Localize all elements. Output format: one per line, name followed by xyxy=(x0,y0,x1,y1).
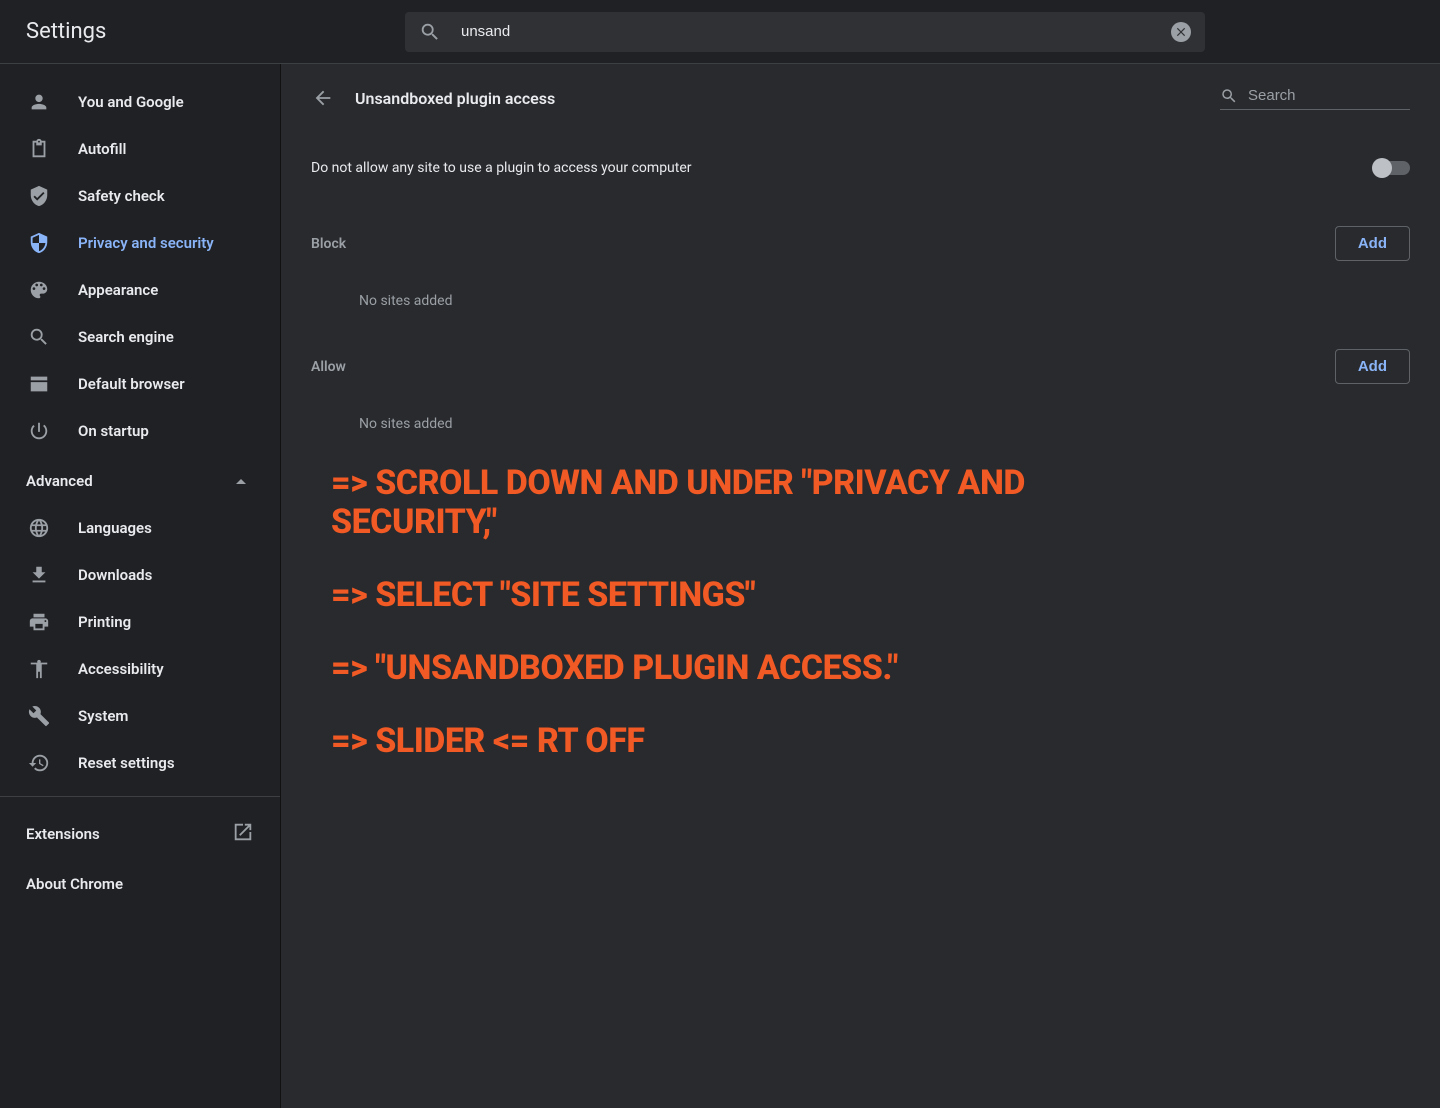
page-search[interactable] xyxy=(1220,87,1410,110)
sidebar-item-default-browser[interactable]: Default browser xyxy=(0,360,272,407)
overlay-line-2: => SELECT "SITE SETTINGS" xyxy=(331,576,1111,615)
power-icon xyxy=(26,418,52,444)
page-header: Unsandboxed plugin access xyxy=(311,86,1410,110)
palette-icon xyxy=(26,277,52,303)
sidebar-item-accessibility[interactable]: Accessibility xyxy=(0,645,272,692)
toggle-knob xyxy=(1372,158,1392,178)
wrench-icon xyxy=(26,703,52,729)
sidebar-item-privacy-security[interactable]: Privacy and security xyxy=(0,219,272,266)
back-arrow-icon[interactable] xyxy=(311,86,335,110)
sidebar-item-label: Safety check xyxy=(78,187,165,205)
advanced-toggle[interactable]: Advanced xyxy=(0,454,280,504)
shield-icon xyxy=(26,230,52,256)
overlay-line-3: => "UNSANDBOXED PLUGIN ACCESS." xyxy=(331,649,1111,688)
page-search-input[interactable] xyxy=(1248,87,1410,104)
overlay-line-1: => SCROLL DOWN AND UNDER "PRIVACY AND SE… xyxy=(331,464,1111,542)
topbar: Settings xyxy=(0,0,1440,64)
sidebar-item-downloads[interactable]: Downloads xyxy=(0,551,272,598)
sidebar-item-label: Autofill xyxy=(78,140,126,158)
sidebar-extensions[interactable]: Extensions xyxy=(0,807,280,861)
sidebar-item-reset-settings[interactable]: Reset settings xyxy=(0,739,272,786)
search-icon xyxy=(1220,87,1238,105)
chevron-up-icon xyxy=(236,479,246,484)
plugin-toggle-row: Do not allow any site to use a plugin to… xyxy=(311,160,1410,176)
sidebar-item-label: Languages xyxy=(78,519,152,537)
sidebar-item-label: Reset settings xyxy=(78,754,175,772)
person-icon xyxy=(26,89,52,115)
browser-icon xyxy=(26,371,52,397)
accessibility-icon xyxy=(26,656,52,682)
sidebar-about[interactable]: About Chrome xyxy=(0,861,280,907)
plugin-toggle[interactable] xyxy=(1374,161,1410,175)
topbar-left: Settings xyxy=(0,19,405,44)
search-icon xyxy=(26,324,52,350)
overlay-line-4: => SLIDER <= RT OFF xyxy=(331,722,1111,761)
main-content: Unsandboxed plugin access Do not allow a… xyxy=(280,64,1440,1108)
block-empty-text: No sites added xyxy=(311,293,1410,309)
sidebar-divider xyxy=(0,796,280,797)
sidebar-item-search-engine[interactable]: Search engine xyxy=(0,313,272,360)
sidebar-item-label: Default browser xyxy=(78,375,185,393)
allow-empty-text: No sites added xyxy=(311,416,1410,432)
page-title: Unsandboxed plugin access xyxy=(355,89,1220,108)
sidebar-item-you-and-google[interactable]: You and Google xyxy=(0,78,272,125)
shield-check-icon xyxy=(26,183,52,209)
sidebar-item-on-startup[interactable]: On startup xyxy=(0,407,272,454)
app-title: Settings xyxy=(26,19,106,44)
block-section: Block Add No sites added xyxy=(311,226,1410,309)
block-title: Block xyxy=(311,236,346,252)
clipboard-icon xyxy=(26,136,52,162)
printer-icon xyxy=(26,609,52,635)
allow-title: Allow xyxy=(311,359,346,375)
advanced-label: Advanced xyxy=(26,472,93,490)
sidebar: You and Google Autofill Safety check Pri… xyxy=(0,64,280,1108)
annotation-overlay: => SCROLL DOWN AND UNDER "PRIVACY AND SE… xyxy=(331,464,1111,795)
sidebar-item-label: Printing xyxy=(78,613,131,631)
sidebar-item-label: Privacy and security xyxy=(78,234,214,252)
sidebar-item-appearance[interactable]: Appearance xyxy=(0,266,272,313)
sidebar-item-system[interactable]: System xyxy=(0,692,272,739)
search-bar[interactable] xyxy=(405,12,1205,52)
clear-search-icon[interactable] xyxy=(1171,22,1191,42)
globe-icon xyxy=(26,515,52,541)
search-icon xyxy=(419,21,441,43)
block-add-button[interactable]: Add xyxy=(1335,226,1410,261)
sidebar-item-label: Appearance xyxy=(78,281,158,299)
sidebar-item-printing[interactable]: Printing xyxy=(0,598,272,645)
sidebar-item-label: Downloads xyxy=(78,566,152,584)
toggle-label: Do not allow any site to use a plugin to… xyxy=(311,160,692,176)
sidebar-item-label: Search engine xyxy=(78,328,174,346)
sidebar-item-label: On startup xyxy=(78,422,149,440)
allow-section: Allow Add No sites added xyxy=(311,349,1410,432)
sidebar-item-label: System xyxy=(78,707,128,725)
sidebar-item-autofill[interactable]: Autofill xyxy=(0,125,272,172)
restore-icon xyxy=(26,750,52,776)
open-external-icon xyxy=(232,821,254,847)
sidebar-item-safety-check[interactable]: Safety check xyxy=(0,172,272,219)
allow-add-button[interactable]: Add xyxy=(1335,349,1410,384)
sidebar-item-languages[interactable]: Languages xyxy=(0,504,272,551)
search-input[interactable] xyxy=(461,23,1171,40)
download-icon xyxy=(26,562,52,588)
sidebar-item-label: You and Google xyxy=(78,93,184,111)
sidebar-item-label: Accessibility xyxy=(78,660,164,678)
extensions-label: Extensions xyxy=(26,825,100,843)
about-label: About Chrome xyxy=(26,875,123,893)
